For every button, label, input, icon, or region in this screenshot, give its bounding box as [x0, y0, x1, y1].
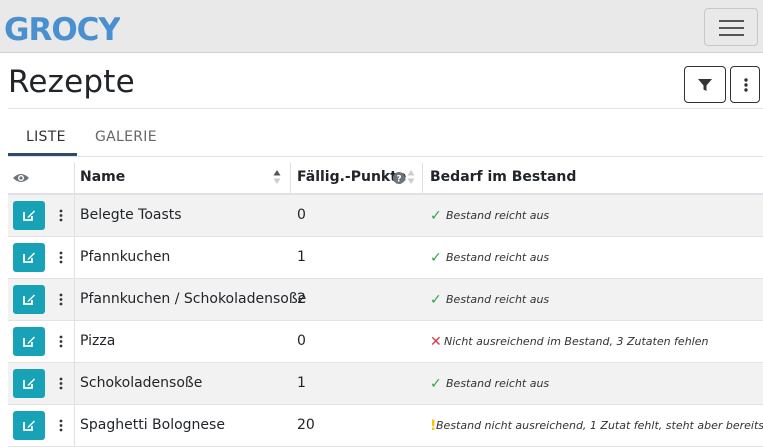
tab-list[interactable]: LISTE [26, 129, 66, 145]
column-separator [74, 405, 75, 446]
question-circle-icon[interactable]: ? [393, 172, 405, 184]
edit-recipe-button[interactable] [13, 285, 45, 314]
row-more-button[interactable] [49, 201, 73, 230]
more-vertical-icon [59, 377, 63, 390]
row-more-button[interactable] [49, 369, 73, 398]
filter-icon [698, 79, 712, 91]
due-score: 0 [297, 207, 306, 223]
edit-icon [23, 252, 35, 263]
table-header: Name Fällig.-Punkte ? Bedarf im Bestand [8, 163, 763, 195]
page-more-button[interactable] [730, 66, 760, 103]
column-separator [74, 195, 75, 236]
table-row[interactable]: Belegte Toasts 0 ✓ Bestand reicht aus [8, 195, 763, 237]
more-vertical-icon [59, 251, 63, 264]
edit-recipe-button[interactable] [13, 243, 45, 272]
sort-asc-icon[interactable] [273, 169, 281, 185]
recipes-table: Name Fällig.-Punkte ? Bedarf im Bestand … [8, 163, 763, 447]
table-row[interactable]: Pfannkuchen / Schokoladensoße 2 ✓ Bestand r… [8, 279, 763, 321]
row-more-button[interactable] [49, 327, 73, 356]
column-header-due-score[interactable]: Fällig.-Punkte [297, 169, 406, 185]
eye-icon[interactable] [12, 172, 30, 184]
row-more-button[interactable] [49, 285, 73, 314]
column-header-fulfillment[interactable]: Bedarf im Bestand [430, 169, 576, 185]
edit-icon [23, 294, 35, 305]
more-vertical-icon [59, 209, 63, 222]
column-separator [74, 363, 75, 404]
edit-icon [23, 336, 35, 347]
table-row[interactable]: Spaghetti Bolognese 20! Bestand nicht ausr… [8, 405, 763, 447]
column-separator [74, 279, 75, 320]
logo-text: GROCY [4, 12, 120, 45]
recipe-name[interactable]: Spaghetti Bolognese [80, 417, 225, 433]
row-more-button[interactable] [49, 411, 73, 440]
row-more-button[interactable] [49, 243, 73, 272]
divider [8, 108, 763, 109]
edit-icon [23, 420, 35, 431]
grocy-logo[interactable]: GROCY [4, 9, 120, 45]
column-separator [74, 321, 75, 362]
recipe-name[interactable]: Pfannkuchen [80, 249, 170, 265]
table-row[interactable]: Pizza 0 ✕ Nicht ausreichend im Bestand, 3 Z… [8, 321, 763, 363]
check-icon: ✓ [430, 208, 442, 224]
more-vertical-icon [744, 78, 748, 92]
fulfillment-status-text: Bestand nicht ausreichend, 1 Zutat fehlt… [436, 419, 763, 432]
due-score: 20 [297, 417, 315, 433]
fulfillment-status-text: Nicht ausreichend im Bestand, 3 Zutaten … [444, 335, 709, 348]
table-row[interactable]: Schokoladensoße 1 ✓ Bestand reicht aus [8, 363, 763, 405]
due-score: 1 [297, 249, 306, 265]
hamburger-icon [719, 20, 744, 22]
column-separator [74, 163, 75, 193]
edit-icon [23, 378, 35, 389]
due-score: 0 [297, 333, 306, 349]
recipe-name[interactable]: Pizza [80, 333, 115, 349]
sort-icon[interactable] [407, 169, 415, 185]
more-vertical-icon [59, 335, 63, 348]
tab-gallery[interactable]: GALERIE [95, 129, 157, 145]
edit-recipe-button[interactable] [13, 411, 45, 440]
fulfillment-status-text: Bestand reicht aus [446, 377, 550, 390]
navbar-toggle-button[interactable] [704, 8, 758, 46]
column-header-name[interactable]: Name [80, 169, 125, 185]
due-score: 2 [297, 291, 306, 307]
fulfillment-status-text: Bestand reicht aus [446, 209, 550, 222]
column-separator [74, 237, 75, 278]
top-navbar: GROCY [0, 0, 763, 53]
hamburger-icon-bar [719, 27, 744, 29]
edit-recipe-button[interactable] [13, 369, 45, 398]
table-body: Belegte Toasts 0 ✓ Bestand reicht aus Pfannk… [8, 195, 763, 447]
more-vertical-icon [59, 419, 63, 432]
more-vertical-icon [59, 293, 63, 306]
check-icon: ✓ [430, 292, 442, 308]
view-tabs: LISTE GALERIE [8, 118, 763, 157]
due-score: 1 [297, 375, 306, 391]
fulfillment-status-text: Bestand reicht aus [446, 293, 550, 306]
edit-recipe-button[interactable] [13, 327, 45, 356]
edit-recipe-button[interactable] [13, 201, 45, 230]
column-separator [290, 163, 291, 193]
check-icon: ✓ [430, 250, 442, 266]
recipe-name[interactable]: Pfannkuchen / Schokoladensoße [80, 291, 306, 307]
times-icon: ✕ [430, 334, 442, 350]
fulfillment-status-text: Bestand reicht aus [446, 251, 550, 264]
column-separator [422, 163, 423, 193]
hamburger-icon-bar [719, 34, 744, 36]
svg-text:?: ? [396, 175, 401, 185]
filter-button[interactable] [684, 66, 726, 103]
page-title: Rezepte [8, 64, 135, 100]
recipe-name[interactable]: Schokoladensoße [80, 375, 202, 391]
table-row[interactable]: Pfannkuchen 1 ✓ Bestand reicht aus [8, 237, 763, 279]
active-tab-indicator [8, 153, 77, 156]
edit-icon [23, 210, 35, 221]
recipe-name[interactable]: Belegte Toasts [80, 207, 182, 223]
check-icon: ✓ [430, 376, 442, 392]
